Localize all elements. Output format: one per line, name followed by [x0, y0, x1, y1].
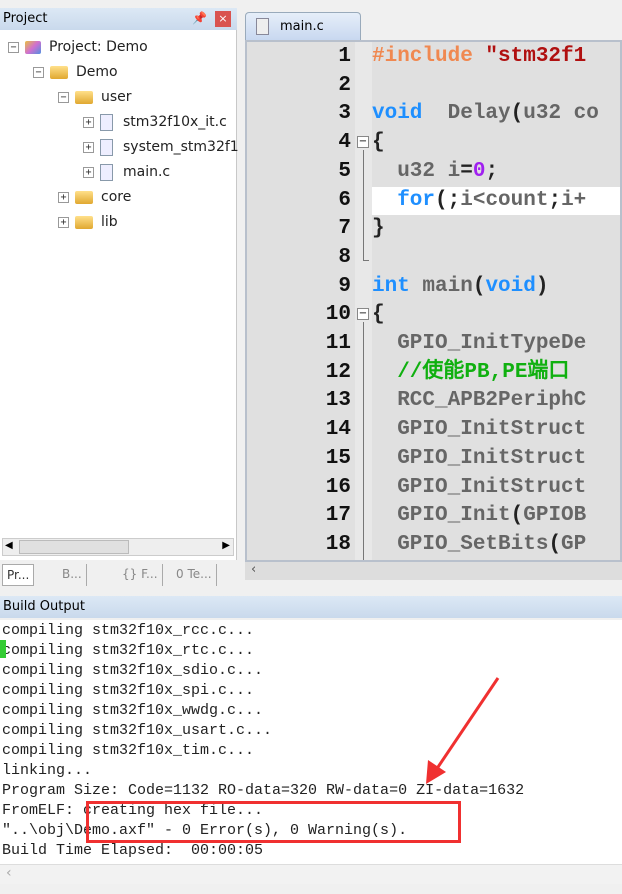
annotation-arrow — [426, 677, 500, 784]
arrow-line — [434, 677, 500, 771]
arrow-head — [426, 760, 446, 784]
